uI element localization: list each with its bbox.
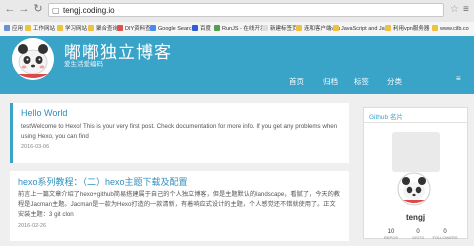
bookmark-item[interactable]: 应用 (4, 25, 23, 33)
bookmark-item[interactable]: JavaScript and Java (333, 25, 391, 33)
site-subtitle: 爱生活爱编码 (64, 61, 103, 68)
site-header: 嘟嘟独立博客 爱生活爱编码 首页 归档 标签 分类 ≡ (0, 36, 474, 94)
address-bar-url: tengj.coding.io (63, 6, 115, 15)
bookmark-item[interactable]: 工作网站 (25, 25, 55, 33)
post-card: Hello World testWelcome to Hexo! This is… (10, 103, 349, 163)
page-icon: ▢ (52, 6, 60, 15)
main-content: Hello World testWelcome to Hexo! This is… (0, 94, 474, 246)
post-date: 2016-02-26 (18, 223, 47, 229)
post-excerpt: 前言上一篇文章介绍了hexo+github简易搭建属于自己的个人独立博客，但是主… (18, 191, 340, 218)
post-title[interactable]: hexo系列教程：（二）hexo主题下载及配置 (18, 175, 188, 188)
github-stats: 10 REPOS 0 GISTS 0 FOLLOWERS (378, 229, 458, 241)
post-excerpt: testWelcome to Hexo! This is your very f… (21, 123, 338, 140)
browser-menu-icon[interactable]: ≡ (463, 4, 469, 15)
bookmark-item[interactable]: 百度 (192, 25, 211, 33)
bookmark-item[interactable]: Google Search (150, 25, 195, 33)
stat-repos[interactable]: 10 REPOS (378, 229, 404, 240)
post-title[interactable]: Hello World (21, 108, 67, 118)
post-date: 2016-03-06 (21, 144, 50, 150)
forward-icon[interactable]: → (18, 3, 30, 15)
bookmark-item[interactable]: www.cilb.co (432, 25, 469, 33)
post-card: hexo系列教程：（二）hexo主题下载及配置 前言上一篇文章介绍了hexo+g… (10, 171, 349, 241)
site-avatar[interactable] (12, 38, 54, 80)
address-bar[interactable]: ▢ tengj.coding.io (48, 3, 444, 17)
github-card-banner (392, 132, 440, 172)
github-card-header: Github 名片 (364, 108, 467, 123)
nav-categories[interactable]: 分类 (387, 76, 402, 87)
github-avatar[interactable] (397, 172, 431, 206)
bookmark-item[interactable]: 利用vpn服务器 (385, 25, 429, 33)
bookmarks-bar: 应用 工作网站 学习网站 聚合查询 DIY资料查询 Google Search … (0, 22, 474, 37)
bookmark-star-icon[interactable]: ☆ (450, 4, 459, 15)
bookmark-item[interactable]: 学习网站 (57, 25, 87, 33)
github-card-title: Github 名片 (369, 114, 403, 121)
bookmark-item[interactable]: 新建标签页 (262, 25, 298, 33)
stat-gists[interactable]: 0 GISTS (405, 229, 431, 240)
stat-followers[interactable]: 0 FOLLOWERS (432, 229, 458, 240)
reload-icon[interactable]: ↻ (32, 3, 44, 15)
bookmark-item[interactable]: 聚合查询 (88, 25, 118, 33)
browser-toolbar: ← → ↻ ▢ tengj.coding.io ☆ ≡ (0, 0, 474, 23)
nav-home[interactable]: 首页 (289, 76, 304, 87)
nav-archive[interactable]: 归档 (323, 76, 338, 87)
bookmark-item[interactable]: RunJS - 在线开发 (214, 25, 265, 33)
back-icon[interactable]: ← (4, 3, 16, 15)
nav-tags[interactable]: 标签 (354, 76, 369, 87)
github-username[interactable]: tengj (364, 213, 467, 222)
github-card: Github 名片 tengj 10 REPOS 0 GISTS 0 FOLLO… (363, 107, 468, 241)
nav-menu-icon[interactable]: ≡ (456, 74, 461, 83)
